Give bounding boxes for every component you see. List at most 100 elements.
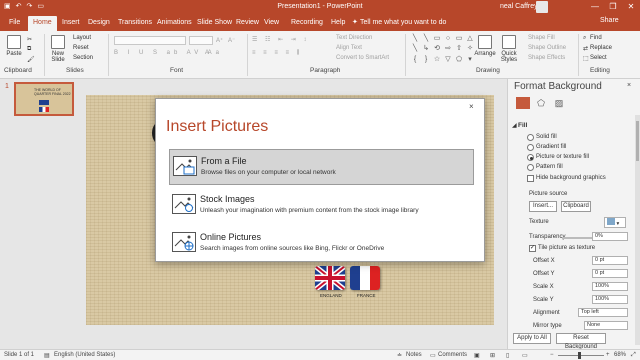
zoom-slider[interactable] [558,355,604,356]
align-icons[interactable]: ≡ ≡ ≡ ≡ ⫼ [252,50,302,57]
align-text-button[interactable]: Align Text [336,45,362,51]
flag-france-image[interactable] [350,266,380,290]
apply-to-all-button[interactable]: Apply to All [513,333,551,344]
text-direction-button[interactable]: Text Direction [336,35,372,41]
slide-thumbnail[interactable]: THE WORLD OF QUARTER FINAL 2022 [14,82,74,116]
reading-view-icon[interactable]: ▯ [506,352,509,359]
format-background-pane: Format Background × ⬠ ▨ ◢ Fill Solid fil… [507,79,640,350]
layout-button[interactable]: Layout [73,35,91,41]
scale-y-field[interactable]: 100% [592,295,628,304]
mirror-type-dropdown[interactable]: None [584,321,628,330]
flag-label-england: ENGLAND [320,293,342,298]
transparency-field[interactable]: 0% [592,232,628,241]
stock-images-option[interactable]: Stock Images Unleash your imagination wi… [169,188,474,224]
collapse-arrow-icon[interactable]: ◢ [512,122,517,129]
from-a-file-option[interactable]: From a File Browse files on your compute… [169,149,474,185]
clipboard-button[interactable]: Clipboard [561,201,591,212]
copy-icon[interactable]: ⧉ [27,46,31,53]
reset-background-button[interactable]: Reset Background [556,333,606,350]
picture-fill-label: Picture or texture fill [536,154,590,160]
avatar[interactable] [536,1,548,13]
option-description: Browse files on your computer or local n… [201,169,336,176]
alignment-dropdown[interactable]: Top left [578,308,628,317]
fit-to-window-icon[interactable]: ⤢ [631,352,636,359]
zoom-in-icon[interactable]: + [606,352,610,358]
section-button[interactable]: Section [73,55,93,61]
picture-tab-icon[interactable]: ▨ [552,97,566,109]
comments-button[interactable]: Comments [438,352,467,358]
font-name-box[interactable] [114,36,186,45]
spellcheck-icon[interactable]: ▤ [44,352,50,359]
tab-file[interactable]: File [4,17,25,30]
pane-title: Format Background [514,81,602,92]
online-pictures-option[interactable]: Online Pictures Search images from onlin… [169,226,474,262]
transparency-slider[interactable] [562,237,592,239]
shrink-font-icon[interactable]: A⁻ [228,37,235,44]
quick-styles-button[interactable]: Quick Styles [497,35,521,63]
reset-button[interactable]: Reset [73,45,89,51]
texture-picker[interactable]: ▾ [604,217,626,228]
notes-button[interactable]: Notes [406,352,422,358]
close-button[interactable]: ✕ [622,0,640,14]
shape-effects-button[interactable]: Shape Effects [528,55,565,61]
solid-fill-radio[interactable] [527,134,534,141]
font-size-box[interactable] [189,36,213,45]
fill-section-header[interactable]: Fill [518,122,527,129]
effects-tab-icon[interactable]: ⬠ [534,97,548,109]
tab-help[interactable]: Help [326,17,350,30]
new-slide-button[interactable]: New Slide [47,35,69,63]
tab-design[interactable]: Design [83,17,115,30]
texture-swatch-icon [607,218,615,225]
replace-button[interactable]: Replace [590,45,612,51]
restore-button[interactable]: ❐ [604,0,622,14]
arrange-button[interactable]: Arrange [474,35,496,57]
offset-y-field[interactable]: 0 pt [592,269,628,278]
flag-label-france: FRANCE [357,293,376,298]
scale-y-label: Scale Y [533,297,554,303]
tab-transitions[interactable]: Transitions [113,17,157,30]
offset-x-field[interactable]: 0 pt [592,256,628,265]
convert-smartart-button[interactable]: Convert to SmartArt [336,55,389,61]
share-button[interactable]: Share [600,17,619,24]
zoom-level[interactable]: 68% [614,352,626,358]
tell-me-search[interactable]: Tell me what you want to do [360,19,446,26]
scrollbar-thumb[interactable] [636,121,639,161]
tab-insert[interactable]: Insert [57,17,85,30]
font-color-icon[interactable]: A [205,50,209,56]
dialog-close-button[interactable]: × [469,102,474,111]
shape-fill-button[interactable]: Shape Fill [528,35,555,41]
tab-animations[interactable]: Animations [152,17,197,30]
pane-close-button[interactable]: × [627,82,631,89]
find-button[interactable]: Find [590,35,602,41]
divider [247,34,248,76]
shape-outline-button[interactable]: Shape Outline [528,45,566,51]
tab-recording[interactable]: Recording [286,17,328,30]
shapes-gallery[interactable]: ╲ ╲ ▭ ○ ▭ △ ╲ ↳ ⟲ ⇨ ⇧ ✧ {} ☆ ▽ ⬠ ▾ [410,34,473,64]
slideshow-view-icon[interactable]: ▭ [522,352,528,359]
paste-button[interactable]: Paste [5,35,23,57]
tile-checkbox[interactable]: ✓ [529,245,536,252]
language-indicator[interactable]: English (United States) [54,352,115,358]
list-icons[interactable]: ☰ ☷ ⇤ ⇥ ↕ [252,36,309,43]
format-painter-icon[interactable]: 🖌 [27,56,35,63]
zoom-out-icon[interactable]: − [550,352,554,358]
user-name[interactable]: neal Caffrey [500,3,538,10]
hide-background-checkbox[interactable] [527,175,534,182]
insert-button[interactable]: Insert... [529,201,557,212]
picture-fill-radio[interactable] [527,154,534,161]
select-button[interactable]: Select [590,55,607,61]
slide-sorter-icon[interactable]: ⊞ [490,352,495,359]
gradient-fill-radio[interactable] [527,144,534,151]
pattern-fill-radio[interactable] [527,164,534,171]
tab-home[interactable]: Home [28,16,57,31]
flag-england-image[interactable] [315,266,345,290]
zoom-slider-knob[interactable] [578,352,581,359]
pane-scrollbar[interactable] [635,115,640,345]
tab-view[interactable]: View [259,17,284,30]
normal-view-icon[interactable]: ▣ [474,352,480,359]
cut-icon[interactable]: ✂ [27,36,32,43]
minimize-button[interactable]: — [586,0,604,14]
fill-tab-icon[interactable] [516,97,530,109]
grow-font-icon[interactable]: A⁺ [216,37,223,44]
scale-x-field[interactable]: 100% [592,282,628,291]
